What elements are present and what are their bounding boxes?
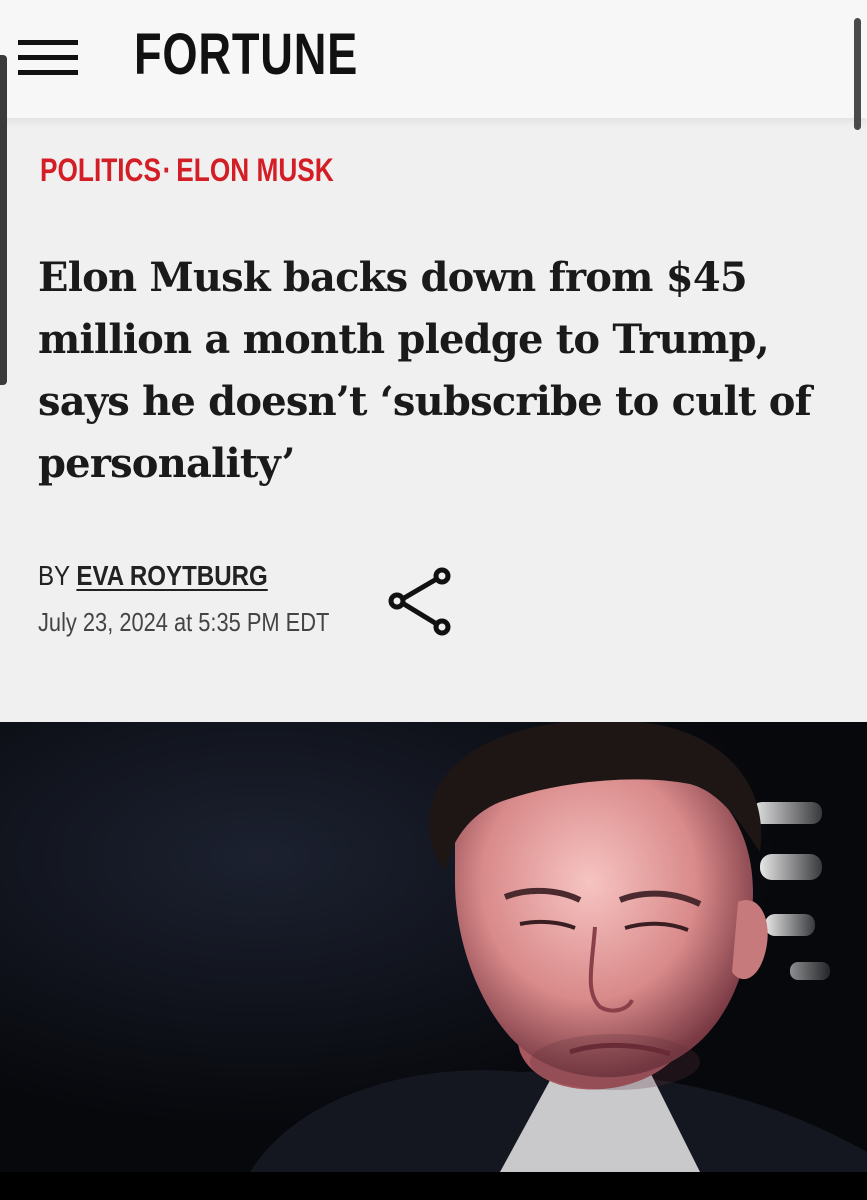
site-logo[interactable]: FORTUNE xyxy=(134,20,358,90)
article-headline: Elon Musk backs down from $45 million a … xyxy=(38,254,812,487)
article-hero-photo xyxy=(0,720,867,1172)
scrollbar[interactable] xyxy=(854,18,861,130)
publish-date: July 23, 2024 at 5:35 PM EDT xyxy=(38,607,330,637)
byline-label: BY xyxy=(38,560,70,591)
author-link[interactable]: EVA ROYTBURG xyxy=(76,560,267,591)
edge-handle xyxy=(0,55,7,385)
breadcrumb-separator: · xyxy=(162,152,172,188)
share-icon[interactable] xyxy=(386,565,458,637)
byline: BY EVA ROYTBURG xyxy=(38,559,268,593)
breadcrumb: POLITICS· ELON MUSK xyxy=(40,150,334,190)
hamburger-menu-icon[interactable] xyxy=(18,40,78,76)
site-header: FORTUNE xyxy=(0,0,867,118)
article-page: FORTUNE POLITICS· ELON MUSK Elon Musk bac… xyxy=(0,0,867,1172)
breadcrumb-section-link[interactable]: POLITICS xyxy=(40,152,161,188)
breadcrumb-topic-link[interactable]: ELON MUSK xyxy=(176,152,333,188)
